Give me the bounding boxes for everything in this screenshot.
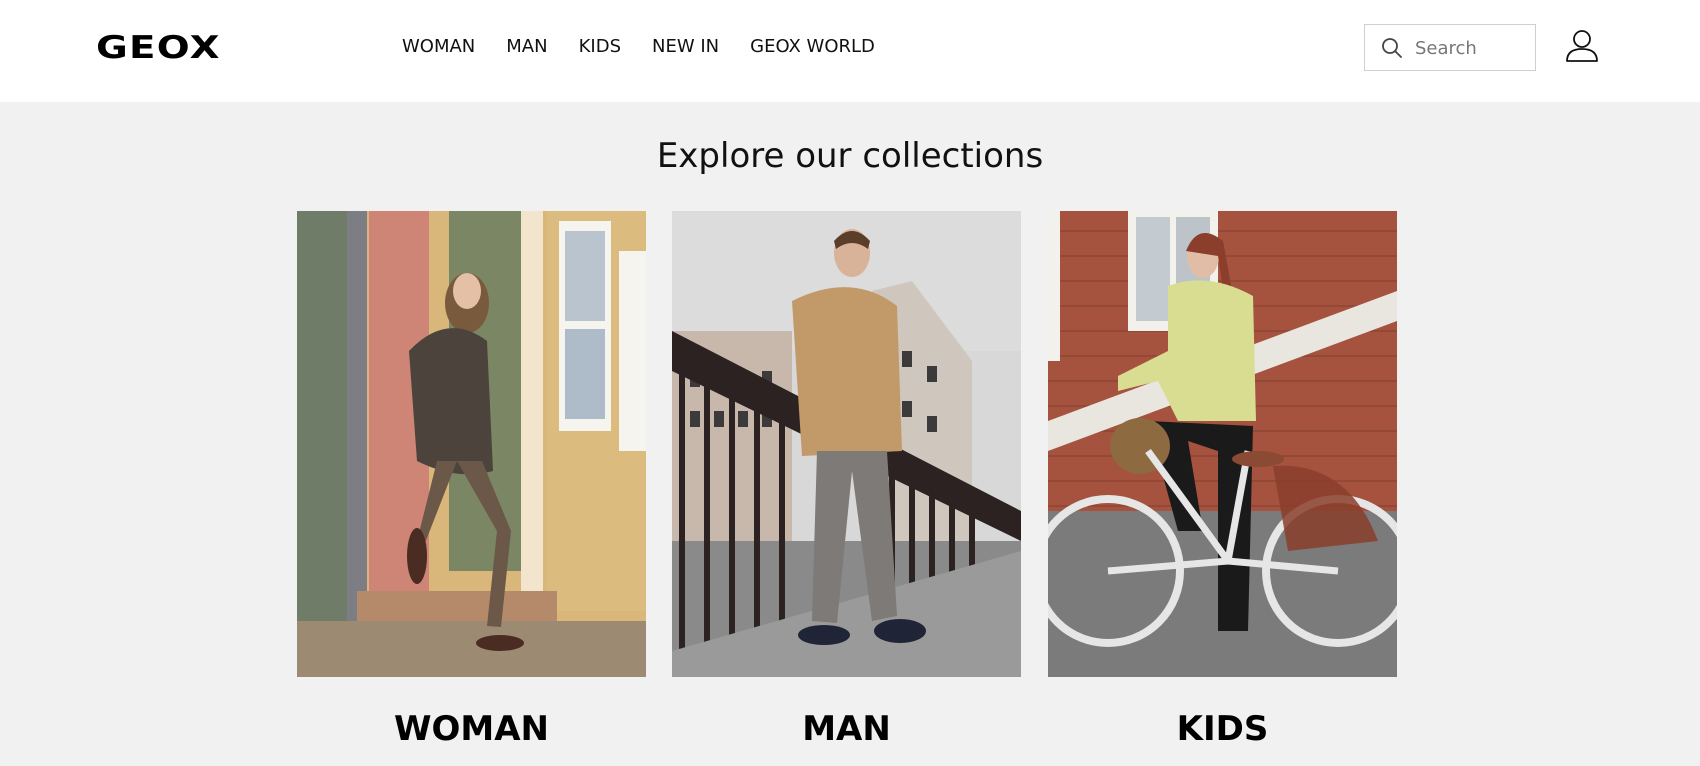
site-header: GEOX WOMAN MAN KIDS NEW IN GEOX WORLD	[0, 0, 1700, 102]
section-title: Explore our collections	[656, 136, 1044, 176]
collection-label-kids[interactable]: KIDS	[1048, 709, 1397, 749]
nav-item-man[interactable]: MAN	[506, 36, 547, 57]
collection-label-man[interactable]: MAN	[672, 709, 1021, 749]
nav-item-woman[interactable]: WOMAN	[402, 36, 475, 57]
nav-item-kids[interactable]: KIDS	[579, 36, 621, 57]
user-icon[interactable]	[1564, 28, 1600, 64]
nav-item-new-in[interactable]: NEW IN	[652, 36, 719, 57]
woman-collection-photo[interactable]	[297, 211, 646, 677]
man-collection-photo[interactable]	[672, 211, 1021, 677]
collection-label-woman[interactable]: WOMAN	[297, 709, 646, 749]
geox-logo[interactable]: GEOX	[96, 30, 221, 66]
nav-item-geox-world[interactable]: GEOX WORLD	[750, 36, 875, 57]
collection-card-woman[interactable]: WOMAN	[297, 211, 646, 749]
search-box[interactable]	[1364, 24, 1536, 71]
collection-card-kids[interactable]: KIDS	[1048, 211, 1397, 749]
collection-card-man[interactable]: MAN	[672, 211, 1021, 749]
main-nav: WOMAN MAN KIDS NEW IN GEOX WORLD	[402, 36, 875, 57]
search-icon[interactable]	[1381, 37, 1403, 59]
kids-collection-photo[interactable]	[1048, 211, 1397, 677]
search-input[interactable]	[1413, 25, 1535, 71]
